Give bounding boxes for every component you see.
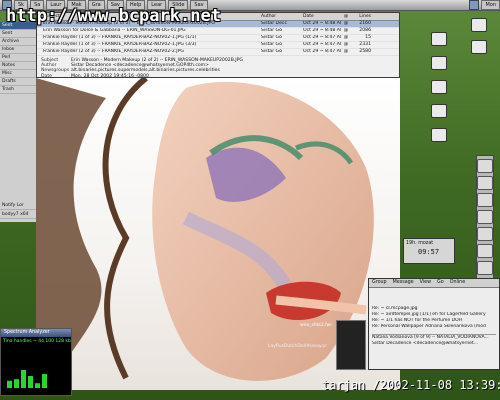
message-list: Re: ~ cl.mcpage.jpg Re: ~ airdtempel.jpg… — [369, 288, 499, 347]
folder-item[interactable]: Notes — [0, 62, 39, 70]
column-lines[interactable]: Lines — [351, 13, 371, 20]
spectrum-analyzer-window: Spectrum Analyzer Tina handles ~ 44.100 … — [0, 328, 72, 396]
message-date: Oct 29 ~ 8:47 AM — [303, 42, 341, 47]
message-date: Oct 29 ~ 8:47 AM — [303, 49, 341, 54]
dock-app-icon[interactable] — [477, 227, 493, 241]
message-flag: @ — [343, 21, 349, 26]
menu-go[interactable]: Go — [437, 279, 444, 287]
secondary-mail-window: Group Message View Go Online Re: ~ cl.mc… — [368, 278, 500, 370]
message-flag: @ — [343, 28, 349, 33]
clock-time: 09:57 — [418, 248, 440, 256]
message-row[interactable]: Frankie Rayder (1 of 3) -- FRANKIE_RAYDE… — [37, 42, 399, 49]
menu-view[interactable]: View — [420, 279, 431, 287]
spectrum-bars — [7, 370, 47, 388]
clock-label: 19h. mozat — [406, 241, 434, 246]
folder-pane: Sent Sent Archive Inbox Perl Notes Misc … — [0, 22, 40, 222]
folder-item[interactable]: Inbox — [0, 46, 39, 54]
message-flag: @ — [343, 35, 349, 40]
monitor-icon[interactable] — [469, 0, 480, 10]
dock-app-icon[interactable] — [477, 261, 493, 275]
message-flag: @ — [343, 42, 349, 47]
message-date: Oct 29 ~ 8:48 AM — [303, 28, 341, 33]
column-date[interactable]: Date — [303, 13, 341, 20]
message-row[interactable]: Frankie Rayder (1 of 3) -- FRANKIE_RAYDE… — [37, 35, 399, 42]
dock-app-icon[interactable] — [477, 244, 493, 258]
desktop-icon[interactable] — [470, 18, 488, 34]
notify-button[interactable]: Notify Lor — [0, 202, 40, 210]
message-row[interactable]: Re: Personal Wallpaper Adriana Sklenarik… — [372, 324, 496, 330]
message-headers: Subject Erin Wasson - Modern Makeup (2 of… — [41, 58, 397, 79]
desktop-icon[interactable] — [430, 80, 448, 96]
track-info: Tina handles ~ 44.100 128 kbit (00:10 mo… — [3, 339, 71, 344]
message-author: Sistar Go — [261, 42, 282, 47]
folder-item[interactable]: Sent — [0, 30, 39, 38]
folder-item[interactable]: Perl — [0, 54, 39, 62]
message-subject: Frankie Rayder (1 of 3) -- FRANKIE_RAYDE… — [43, 42, 197, 47]
menu-message[interactable]: Message — [393, 279, 414, 287]
preview-subject: Natalia Vodianova (9 of 9) -- NATALIA_VO… — [372, 334, 496, 341]
message-row[interactable]: Erin Wasson for Dolce & Gabbana -- ERIN_… — [37, 28, 399, 35]
message-lines: 2580 — [359, 49, 371, 54]
spectrum-title[interactable]: Spectrum Analyzer — [1, 329, 71, 337]
message-lines: 2331 — [359, 42, 371, 47]
media-player[interactable] — [336, 320, 366, 370]
message-lines: 2160 — [359, 21, 371, 26]
message-author: Sistar Go — [261, 49, 282, 54]
message-author: Sistar Go — [261, 35, 282, 40]
dock-app-icon[interactable] — [477, 176, 493, 190]
spectrum-bar — [42, 374, 47, 388]
message-date: Oct 29 ~ 8:48 AM — [303, 21, 341, 26]
clock-applet[interactable]: 19h. mozat 09:57 — [403, 238, 455, 264]
desktop-icon[interactable] — [430, 104, 448, 120]
message-author: Sistar Decc — [261, 21, 287, 26]
message-subject: Erin Wasson for Dolce & Gabbana -- ERIN_… — [43, 28, 186, 33]
folder-item[interactable]: Trash — [0, 86, 39, 94]
spectrum-bar — [7, 380, 12, 388]
message-row[interactable]: Frankie Rayder (2 of 3) -- FRANKIE_RAYDE… — [37, 49, 399, 56]
menu-online[interactable]: Online — [450, 279, 465, 287]
column-flag[interactable]: @ — [341, 13, 351, 20]
preview-author: Sistar Decadence <decadence@whatsyernet.… — [372, 341, 478, 346]
dock-app-icon[interactable] — [477, 193, 493, 207]
folder-item[interactable]: Misc — [0, 70, 39, 78]
desktop-icon[interactable] — [430, 32, 448, 48]
spectrum-bar — [28, 376, 33, 388]
clock-label: Mon — [481, 0, 500, 10]
menu-bar: Group Message View Go Online — [369, 279, 499, 288]
spectrum-bar — [35, 383, 40, 388]
status-text: bodyy7 x64 — [0, 211, 40, 219]
spectrum-bar — [14, 379, 19, 388]
message-subject: Frankie Rayder (2 of 3) -- FRANKIE_RAYDE… — [43, 49, 184, 54]
message-lines: 2086 — [359, 28, 371, 33]
watermark: http://www.bcpark.net — [6, 6, 221, 26]
spectrum-bar — [21, 370, 26, 388]
message-lines: 15 — [365, 35, 371, 40]
desktop-icon[interactable] — [470, 40, 488, 56]
desktop-icon[interactable] — [430, 56, 448, 72]
desktop-file-label[interactable]: LayflusDutchDoll#lasay.pr — [268, 344, 327, 349]
folder-item[interactable]: Archive — [0, 38, 39, 46]
dock-app-icon[interactable] — [477, 210, 493, 224]
message-author: Sistar Go — [261, 28, 282, 33]
column-author[interactable]: Author — [261, 13, 303, 20]
player-label: wno_shts2.fwr — [300, 323, 333, 328]
menu-group[interactable]: Group — [372, 279, 387, 287]
dock-clock-icon[interactable] — [477, 159, 493, 173]
desktop-icon[interactable] — [430, 128, 448, 144]
desktop-timestamp: tarjan /2002-11-08 13:39:28 — [322, 378, 500, 392]
message-subject: Frankie Rayder (1 of 3) -- FRANKIE_RAYDE… — [43, 35, 197, 40]
message-flag: @ — [343, 49, 349, 54]
message-date: Oct 29 ~ 8:47 AM — [303, 35, 341, 40]
folder-item[interactable]: Drafts — [0, 78, 39, 86]
